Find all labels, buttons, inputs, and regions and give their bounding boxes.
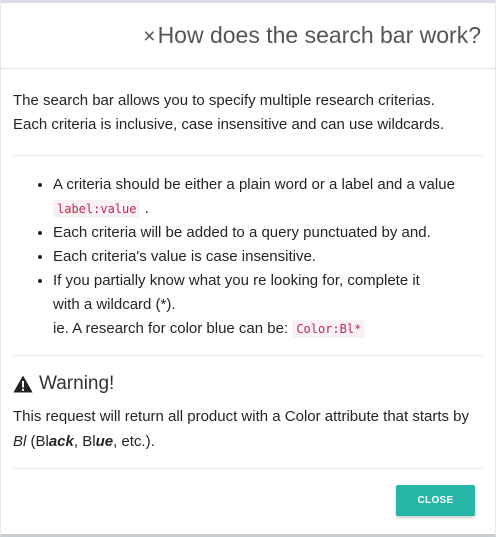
warning-text-part: This request will return all product wit…	[13, 408, 470, 425]
warning-emphasis: ack	[48, 433, 74, 450]
modal-title: How does the search bar work?	[157, 22, 481, 48]
rule-text: If you partially know what you re lookin…	[53, 272, 420, 289]
modal-header: × How does the search bar work?	[1, 3, 495, 69]
rule-text: Each criteria's value is case insensitiv…	[53, 248, 316, 265]
close-icon[interactable]: ×	[143, 26, 155, 47]
example-text: ie. A research for color blue can be:	[53, 320, 289, 337]
list-item: Each criteria will be added to a query p…	[53, 221, 483, 245]
warning-emphasis: ue	[95, 433, 114, 450]
intro-line-1: The search bar allows you to specify mul…	[13, 92, 435, 109]
warning-icon	[13, 375, 33, 393]
rules-list: A criteria should be either a plain word…	[13, 156, 483, 356]
warning-text-part: (Bl	[26, 433, 49, 450]
color-example-code: Color:Bl*	[292, 320, 366, 338]
label-value-code: label:value	[53, 200, 141, 218]
warning-emphasis: Bl	[13, 433, 27, 450]
warning-section: Warning! This request will return all pr…	[13, 356, 483, 469]
rule-example: ie. A research for color blue can be: Co…	[53, 317, 483, 341]
rule-text: with a wildcard (*).	[53, 296, 176, 313]
warning-text-part: , etc.).	[113, 433, 155, 450]
rule-end: .	[144, 200, 149, 217]
rule-text: A criteria should be either a plain word…	[53, 176, 455, 193]
list-item: Each criteria's value is case insensitiv…	[53, 245, 483, 269]
warning-title: Warning!	[39, 373, 115, 394]
intro-text: The search bar allows you to specify mul…	[13, 89, 483, 156]
rule-continuation: label:value .	[53, 197, 483, 221]
close-button[interactable]: CLOSE	[396, 485, 475, 516]
warning-text-part: , Bl	[73, 433, 96, 450]
list-item: A criteria should be either a plain word…	[53, 173, 483, 221]
modal-body: The search bar allows you to specify mul…	[1, 89, 495, 469]
warning-text: This request will return all product wit…	[13, 404, 483, 454]
help-modal: × How does the search bar work? The sear…	[0, 0, 496, 537]
warning-header: Warning!	[13, 370, 483, 398]
rule-text: Each criteria will be added to a query p…	[53, 224, 431, 241]
intro-line-2: Each criteria is inclusive, case insensi…	[13, 116, 445, 133]
list-item: If you partially know what you re lookin…	[53, 269, 483, 341]
modal-footer: CLOSE	[396, 485, 475, 516]
